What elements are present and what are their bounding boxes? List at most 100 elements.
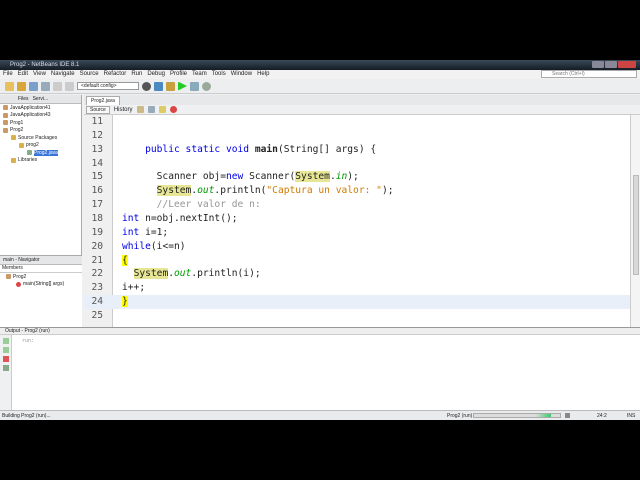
output-settings-icon[interactable] xyxy=(3,365,9,371)
code-token: n=obj.nextInt(); xyxy=(139,212,238,224)
code-token: "Captura un valor: " xyxy=(266,185,382,197)
globe-icon[interactable] xyxy=(142,81,151,91)
menu-help[interactable]: Help xyxy=(257,71,269,78)
new-file-icon[interactable] xyxy=(5,81,14,91)
tree-item[interactable]: Libraries xyxy=(0,157,81,165)
insert-mode: INS xyxy=(627,413,636,419)
output-text[interactable]: run: xyxy=(22,338,34,344)
status-bar: Building Prog2 (run)... Prog2 (run) 24:2… xyxy=(0,410,640,420)
debug-icon[interactable] xyxy=(190,81,199,91)
progress-label: Prog2 (run) xyxy=(447,413,473,419)
redo-icon[interactable] xyxy=(65,81,74,91)
maximize-button[interactable] xyxy=(605,61,617,68)
cancel-task-icon[interactable] xyxy=(565,413,570,418)
tree-node-icon xyxy=(3,105,8,111)
tree-node-icon xyxy=(3,120,8,126)
code-token: .println(i); xyxy=(191,268,261,280)
code-area[interactable]: 11 12 13 public static void main(String[] … xyxy=(84,115,630,328)
tree-item-label: JavaApplication41 xyxy=(10,104,51,111)
code-token: ); xyxy=(347,171,359,183)
minimize-button[interactable] xyxy=(592,61,604,68)
tree-item[interactable]: JavaApplication43 xyxy=(0,112,81,120)
code-token: System xyxy=(156,185,192,197)
code-token: //Leer valor de n: xyxy=(156,199,261,211)
code-token: main xyxy=(254,143,278,155)
clean-build-icon[interactable] xyxy=(166,81,175,91)
menu-tools[interactable]: Tools xyxy=(212,71,226,78)
stop-icon[interactable] xyxy=(3,356,9,362)
menu-profile[interactable]: Profile xyxy=(170,71,187,78)
vertical-scrollbar[interactable] xyxy=(630,115,640,328)
search-placeholder: Search (Ctrl+I) xyxy=(552,71,585,77)
undo-icon[interactable] xyxy=(53,81,62,91)
config-select[interactable]: <default config> xyxy=(77,82,139,90)
nav-item-main[interactable]: main(String[] args) xyxy=(23,281,64,287)
code-token: (String[] args) { xyxy=(277,143,377,155)
rerun-icon[interactable] xyxy=(3,338,9,344)
profile-icon[interactable] xyxy=(202,81,211,91)
editor-tab-prog2[interactable]: Prog2.java xyxy=(86,96,120,105)
output-title: Output - Prog2 (run) xyxy=(0,328,640,335)
line-number: 22 xyxy=(91,268,103,280)
status-task: Building Prog2 (run)... xyxy=(2,413,51,419)
output-panel: Output - Prog2 (run) run: xyxy=(0,327,640,411)
code-token: while xyxy=(122,240,151,252)
close-button[interactable] xyxy=(618,61,636,68)
code-line: 16 System.out.println("Captura un valor:… xyxy=(84,184,630,198)
source-button[interactable]: Source xyxy=(86,105,110,114)
menu-refactor[interactable]: Refactor xyxy=(104,71,127,78)
bookmark-icon[interactable] xyxy=(158,106,166,113)
find-icon[interactable] xyxy=(147,106,155,113)
line-number: 13 xyxy=(91,143,103,155)
editor-tool-icon[interactable] xyxy=(136,106,144,113)
code-line: 15 Scanner obj=new Scanner(System.in); xyxy=(84,170,630,184)
nav-item-class[interactable]: Prog2 xyxy=(13,274,26,280)
menu-edit[interactable]: Edit xyxy=(18,71,28,78)
save-all-icon[interactable] xyxy=(41,81,50,91)
menu-run[interactable]: Run xyxy=(131,71,142,78)
line-number: 15 xyxy=(91,171,103,183)
open-project-icon[interactable] xyxy=(29,81,38,91)
tree-item[interactable]: Prog2 xyxy=(0,127,81,135)
tree-item[interactable]: prog2 xyxy=(0,142,81,150)
code-token: int xyxy=(122,212,140,224)
code-token: Scanner obj= xyxy=(122,171,226,183)
tree-item[interactable]: Prog2.java xyxy=(0,149,81,157)
code-line: 20 while(i<=n) xyxy=(84,240,630,254)
run-icon[interactable] xyxy=(178,81,187,91)
menu-debug[interactable]: Debug xyxy=(147,71,165,78)
rerun-different-icon[interactable] xyxy=(3,347,9,353)
tree-item[interactable]: Source Packages xyxy=(0,134,81,142)
search-input[interactable]: Search (Ctrl+I) xyxy=(541,70,637,78)
tree-item-label: prog2 xyxy=(26,142,39,149)
build-icon[interactable] xyxy=(154,81,163,91)
menu-file[interactable]: File xyxy=(3,71,13,78)
new-project-icon[interactable] xyxy=(17,81,26,91)
macro-record-icon[interactable] xyxy=(169,106,177,113)
line-number: 21 xyxy=(91,254,103,266)
line-number: 16 xyxy=(91,185,103,197)
menu-window[interactable]: Window xyxy=(231,71,252,78)
code-token: (i<=n) xyxy=(150,240,186,252)
tree-item[interactable]: Prog1 xyxy=(0,119,81,127)
tree-item-label: Libraries xyxy=(18,157,38,164)
code-token: System xyxy=(133,268,169,280)
code-line: 22 System.out.println(i); xyxy=(84,267,630,281)
line-number: 19 xyxy=(91,226,103,238)
tab-label: Prog2.java xyxy=(91,98,115,104)
menu-source[interactable]: Source xyxy=(80,71,99,78)
menu-navigate[interactable]: Navigate xyxy=(51,71,75,78)
tree-item[interactable]: JavaApplication41 xyxy=(0,104,81,112)
tab-files[interactable]: Files xyxy=(18,96,29,102)
members-filter[interactable]: Members xyxy=(0,265,82,273)
menu-team[interactable]: Team xyxy=(192,71,207,78)
code-line: 25 xyxy=(84,309,630,323)
menu-view[interactable]: View xyxy=(33,71,46,78)
tab-services[interactable]: Servi... xyxy=(33,96,49,102)
tree-item-label: JavaApplication43 xyxy=(10,112,51,119)
history-button[interactable]: History xyxy=(114,107,133,113)
